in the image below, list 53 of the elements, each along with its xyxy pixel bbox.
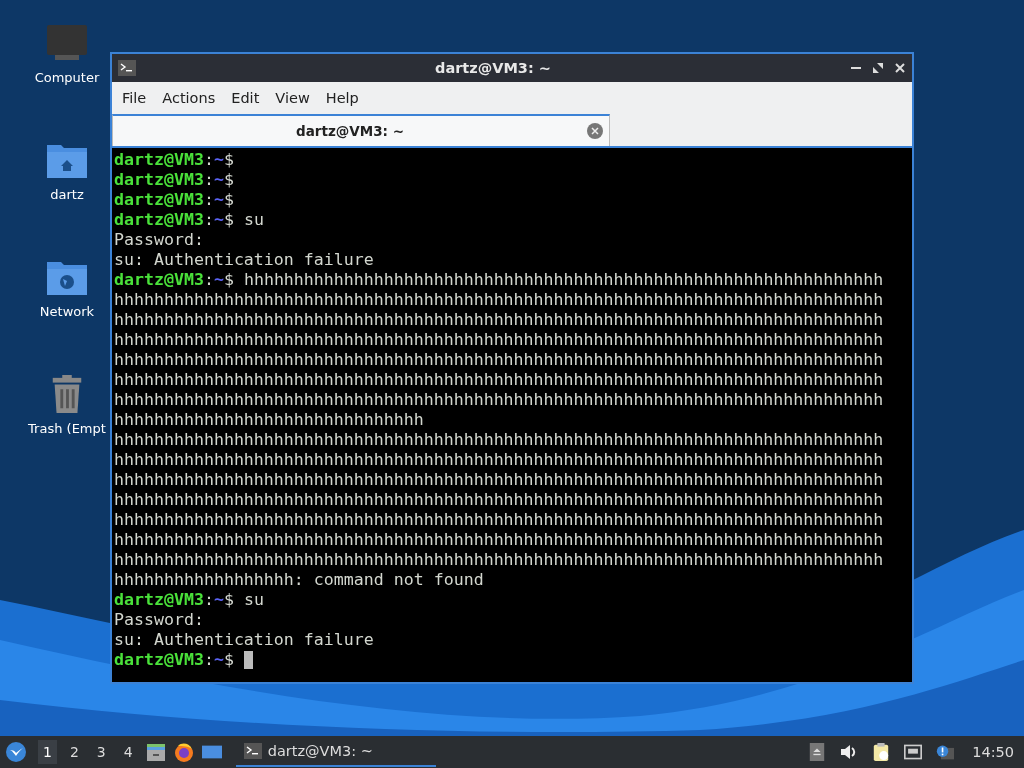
terminal-line: dartz@VM3:~$ (114, 190, 234, 210)
terminal-tab[interactable]: dartz@VM3: ~ (112, 114, 610, 146)
desktop-icon-label[interactable]: Network (39, 304, 95, 319)
terminal-line: dartz@VM3:~$ (114, 170, 234, 190)
terminal-line: hhhhhhhhhhhhhhhhhhhhhhhhhhhhhhhhhhhhhhhhhhhhhhhhhhhhhhhhhhhhhhhhhhhhhhhhhhhhh (114, 290, 884, 310)
menu-item[interactable]: Actions (154, 89, 224, 106)
terminal-line: hhhhhhhhhhhhhhhhhhhhhhhhhhhhhhhhhhhhhhhhhhhhhhhhhhhhhhhhhhhhhhhhhhhhhhhhhhhhh (114, 450, 884, 470)
menu-item[interactable]: Help (317, 89, 367, 106)
workspace-button[interactable]: 3 (91, 740, 111, 764)
terminal-line: hhhhhhhhhhhhhhhhhhhhhhhhhhhhhhhhhhhhhhhhhhhhhhhhhhhhhhhhhhhhhhhhhhhhhhhhhhhhh (114, 490, 884, 510)
terminal-line: hhhhhhhhhhhhhhhhhhhhhhhhhhhhhhhhhhhhhhhhhhhhhhhhhhhhhhhhhhhhhhhhhhhhhhhhhhhhh (114, 370, 884, 390)
window-title: dartz@VM3: ~ (434, 60, 552, 76)
terminal-line: dartz@VM3:~$ su (114, 590, 264, 610)
menu-item[interactable]: Edit (223, 89, 268, 106)
browser-icon[interactable] (173, 742, 194, 762)
terminal-line: Password: (114, 230, 204, 250)
terminal-line: dartz@VM3:~$ (114, 150, 234, 170)
terminal-line: su: Authentication failure (114, 250, 374, 270)
desktop-icon-label[interactable]: dartz (50, 187, 84, 202)
workspace-button[interactable]: 1 (38, 740, 57, 764)
terminal-line: hhhhhhhhhhhhhhhhhhhhhhhhhhhhhhhhhhhhhhhhhhhhhhhhhhhhhhhhhhhhhhhhhhhhhhhhhhhhh (114, 390, 884, 410)
terminal-line: dartz@VM3:~$ su (114, 210, 264, 230)
terminal-line: hhhhhhhhhhhhhhhhhh: command not found (114, 570, 484, 590)
terminal-line: hhhhhhhhhhhhhhhhhhhhhhhhhhhhhhhhhhhhhhhhhhhhhhhhhhhhhhhhhhhhhhhhhhhhhhhhhhhhh (114, 470, 884, 490)
terminal-line: hhhhhhhhhhhhhhhhhhhhhhhhhhhhhhhhhhhhhhhhhhhhhhhhhhhhhhhhhhhhhhhhhhhhhhhhhhhhh (114, 330, 884, 350)
terminal-icon (118, 60, 136, 76)
workspace-button[interactable]: 2 (64, 740, 84, 764)
restore-icon[interactable] (872, 62, 884, 74)
notification-icon[interactable] (936, 743, 955, 761)
eject-icon[interactable] (808, 743, 827, 761)
menu-item[interactable]: File (114, 89, 155, 106)
desktop-icon-label[interactable]: Computer (34, 70, 100, 85)
terminal-icon (243, 743, 262, 759)
menu-item[interactable]: View (267, 89, 318, 106)
desktop-icon-label[interactable]: Trash (Empt (28, 421, 106, 436)
file-cabinet-icon[interactable] (145, 742, 166, 762)
workspace-button[interactable]: 4 (118, 740, 138, 764)
terminal-line: hhhhhhhhhhhhhhhhhhhhhhhhhhhhhhhhhhhhhhhhhhhhhhhhhhhhhhhhhhhhhhhhhhhhhhhhhhhhh (114, 310, 884, 330)
terminal-line: hhhhhhhhhhhhhhhhhhhhhhhhhhhhhhhhhhhhhhhhhhhhhhhhhhhhhhhhhhhhhhhhhhhhhhhhhhhhh (114, 550, 884, 570)
terminal-line: dartz@VM3:~$ hhhhhhhhhhhhhhhhhhhhhhhhhhhhhhhhhhhhhhhhhhhhhhhhhhhhhhhhhhhhhhhh (114, 270, 884, 290)
terminal-line: hhhhhhhhhhhhhhhhhhhhhhhhhhhhhhhhhhhhhhhhhhhhhhhhhhhhhhhhhhhhhhhhhhhhhhhhhhhhh (114, 350, 884, 370)
terminal-line: hhhhhhhhhhhhhhhhhhhhhhhhhhhhhhhhhhhhhhhhhhhhhhhhhhhhhhhhhhhhhhhhhhhhhhhhhhhhh (114, 430, 884, 450)
terminal-line: su: Authentication failure (114, 630, 374, 650)
terminal-line: dartz@VM3:~$ (114, 650, 234, 670)
task-button[interactable]: dartz@VM3: ~ (235, 737, 436, 767)
clipboard-icon[interactable] (872, 743, 891, 761)
terminal-line: hhhhhhhhhhhhhhhhhhhhhhhhhhhhhhhhhhhhhhhhhhhhhhhhhhhhhhhhhhhhhhhhhhhhhhhhhhhhh (114, 510, 884, 530)
clock[interactable]: 14:50 (972, 744, 1014, 760)
network-port-icon[interactable] (904, 743, 923, 761)
terminal-line: hhhhhhhhhhhhhhhhhhhhhhhhhhhhhhh (114, 410, 424, 430)
close-icon[interactable] (894, 62, 906, 74)
terminal-line: Password: (114, 610, 204, 630)
terminal-line: hhhhhhhhhhhhhhhhhhhhhhhhhhhhhhhhhhhhhhhhhhhhhhhhhhhhhhhhhhhhhhhhhhhhhhhhhhhhh (114, 530, 884, 550)
